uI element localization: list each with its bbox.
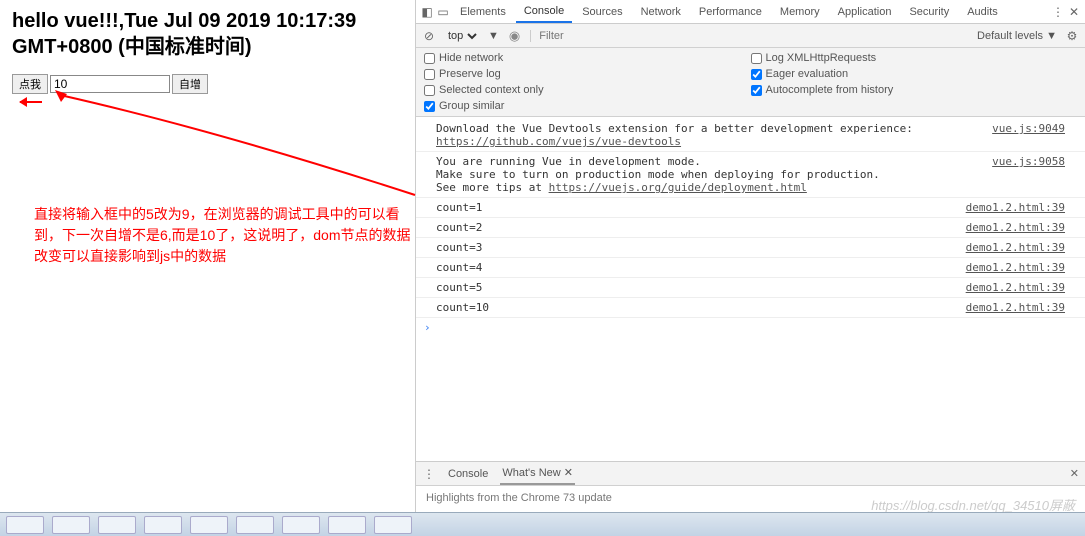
console-settings: Hide network Preserve log Selected conte… [416, 48, 1085, 117]
log-source-link[interactable]: demo1.2.html:39 [966, 281, 1065, 294]
taskbar-app[interactable] [6, 516, 44, 534]
annotation-text: 直接将输入框中的5改为9，在浏览器的调试工具中的可以看到，下一次自增不是6,而是… [34, 204, 412, 267]
log-source-link[interactable]: demo1.2.html:39 [966, 261, 1065, 274]
filter-input[interactable] [530, 30, 690, 42]
count-input[interactable] [50, 75, 170, 93]
tab-console[interactable]: Console [516, 1, 572, 23]
tab-network[interactable]: Network [633, 2, 689, 22]
taskbar-app[interactable] [282, 516, 320, 534]
log-source-link[interactable]: vue.js:9058 [992, 155, 1065, 168]
drawer-content: Highlights from the Chrome 73 update [416, 486, 1085, 512]
log-source-link[interactable]: demo1.2.html:39 [966, 301, 1065, 314]
taskbar-app[interactable] [190, 516, 228, 534]
log-row: You are running Vue in development mode.… [416, 152, 1085, 198]
tab-security[interactable]: Security [901, 2, 957, 22]
device-icon[interactable]: ▭ [436, 5, 450, 19]
log-row: Download the Vue Devtools extension for … [416, 119, 1085, 152]
log-source-link[interactable]: demo1.2.html:39 [966, 221, 1065, 234]
log-row: count=4demo1.2.html:39 [416, 258, 1085, 278]
opt-autocomplete[interactable]: Autocomplete from history [751, 84, 1078, 96]
live-expression-icon[interactable]: ◉ [507, 28, 522, 44]
devtools-drawer: ⋮ Console What's New ✕ ✕ Highlights from… [416, 461, 1085, 512]
console-prompt[interactable]: › [416, 318, 1085, 337]
taskbar-app[interactable] [328, 516, 366, 534]
taskbar-app[interactable] [52, 516, 90, 534]
console-output[interactable]: Download the Vue Devtools extension for … [416, 117, 1085, 461]
annotation-arrow-icon [14, 97, 42, 107]
settings-gear-icon[interactable]: ⚙ [1065, 29, 1079, 43]
page-content: hello vue!!!,Tue Jul 09 2019 10:17:39 GM… [0, 0, 415, 512]
taskbar-app[interactable] [374, 516, 412, 534]
opt-eager-eval[interactable]: Eager evaluation [751, 68, 1078, 80]
tab-application[interactable]: Application [830, 2, 900, 22]
log-levels-select[interactable]: Default levels ▼ [977, 30, 1057, 42]
inspect-icon[interactable]: ◧ [420, 5, 434, 19]
clear-console-icon[interactable]: ⊘ [422, 29, 436, 43]
taskbar-app[interactable] [236, 516, 274, 534]
controls-row: 点我 自增 [12, 74, 403, 94]
opt-group-similar[interactable]: Group similar [424, 100, 751, 112]
drawer-tab-console[interactable]: Console [446, 464, 490, 484]
context-select[interactable]: top [444, 29, 480, 43]
windows-taskbar[interactable] [0, 512, 1085, 536]
opt-log-xhr[interactable]: Log XMLHttpRequests [751, 52, 1078, 64]
opt-selected-context[interactable]: Selected context only [424, 84, 751, 96]
tab-elements[interactable]: Elements [452, 2, 514, 22]
opt-preserve-log[interactable]: Preserve log [424, 68, 751, 80]
opt-hide-network[interactable]: Hide network [424, 52, 751, 64]
annotation-arrow-long-icon [55, 90, 425, 200]
devtools-tabs: ◧ ▭ Elements Console Sources Network Per… [416, 0, 1085, 24]
page-title: hello vue!!!,Tue Jul 09 2019 10:17:39 GM… [12, 8, 403, 60]
tab-audits[interactable]: Audits [959, 2, 1006, 22]
log-row: count=10demo1.2.html:39 [416, 298, 1085, 318]
console-toolbar: ⊘ top ▼ ◉ Default levels ▼ ⚙ [416, 24, 1085, 48]
settings-icon[interactable]: ⋮ [1051, 5, 1065, 19]
log-row: count=3demo1.2.html:39 [416, 238, 1085, 258]
tab-performance[interactable]: Performance [691, 2, 770, 22]
log-row: count=5demo1.2.html:39 [416, 278, 1085, 298]
log-source-link[interactable]: demo1.2.html:39 [966, 201, 1065, 214]
close-icon[interactable]: ✕ [1067, 5, 1081, 19]
drawer-close-icon[interactable]: ✕ [1070, 467, 1079, 480]
taskbar-app[interactable] [98, 516, 136, 534]
click-me-button[interactable]: 点我 [12, 74, 48, 94]
log-row: count=1demo1.2.html:39 [416, 198, 1085, 218]
log-source-link[interactable]: vue.js:9049 [992, 122, 1065, 135]
log-row: count=2demo1.2.html:39 [416, 218, 1085, 238]
auto-increment-button[interactable]: 自增 [172, 74, 208, 94]
log-source-link[interactable]: demo1.2.html:39 [966, 241, 1065, 254]
tab-memory[interactable]: Memory [772, 2, 828, 22]
taskbar-app[interactable] [144, 516, 182, 534]
drawer-menu-icon[interactable]: ⋮ [422, 467, 436, 481]
drawer-tab-whatsnew[interactable]: What's New ✕ [500, 462, 575, 485]
tab-sources[interactable]: Sources [574, 2, 630, 22]
devtools-panel: ◧ ▭ Elements Console Sources Network Per… [415, 0, 1085, 512]
